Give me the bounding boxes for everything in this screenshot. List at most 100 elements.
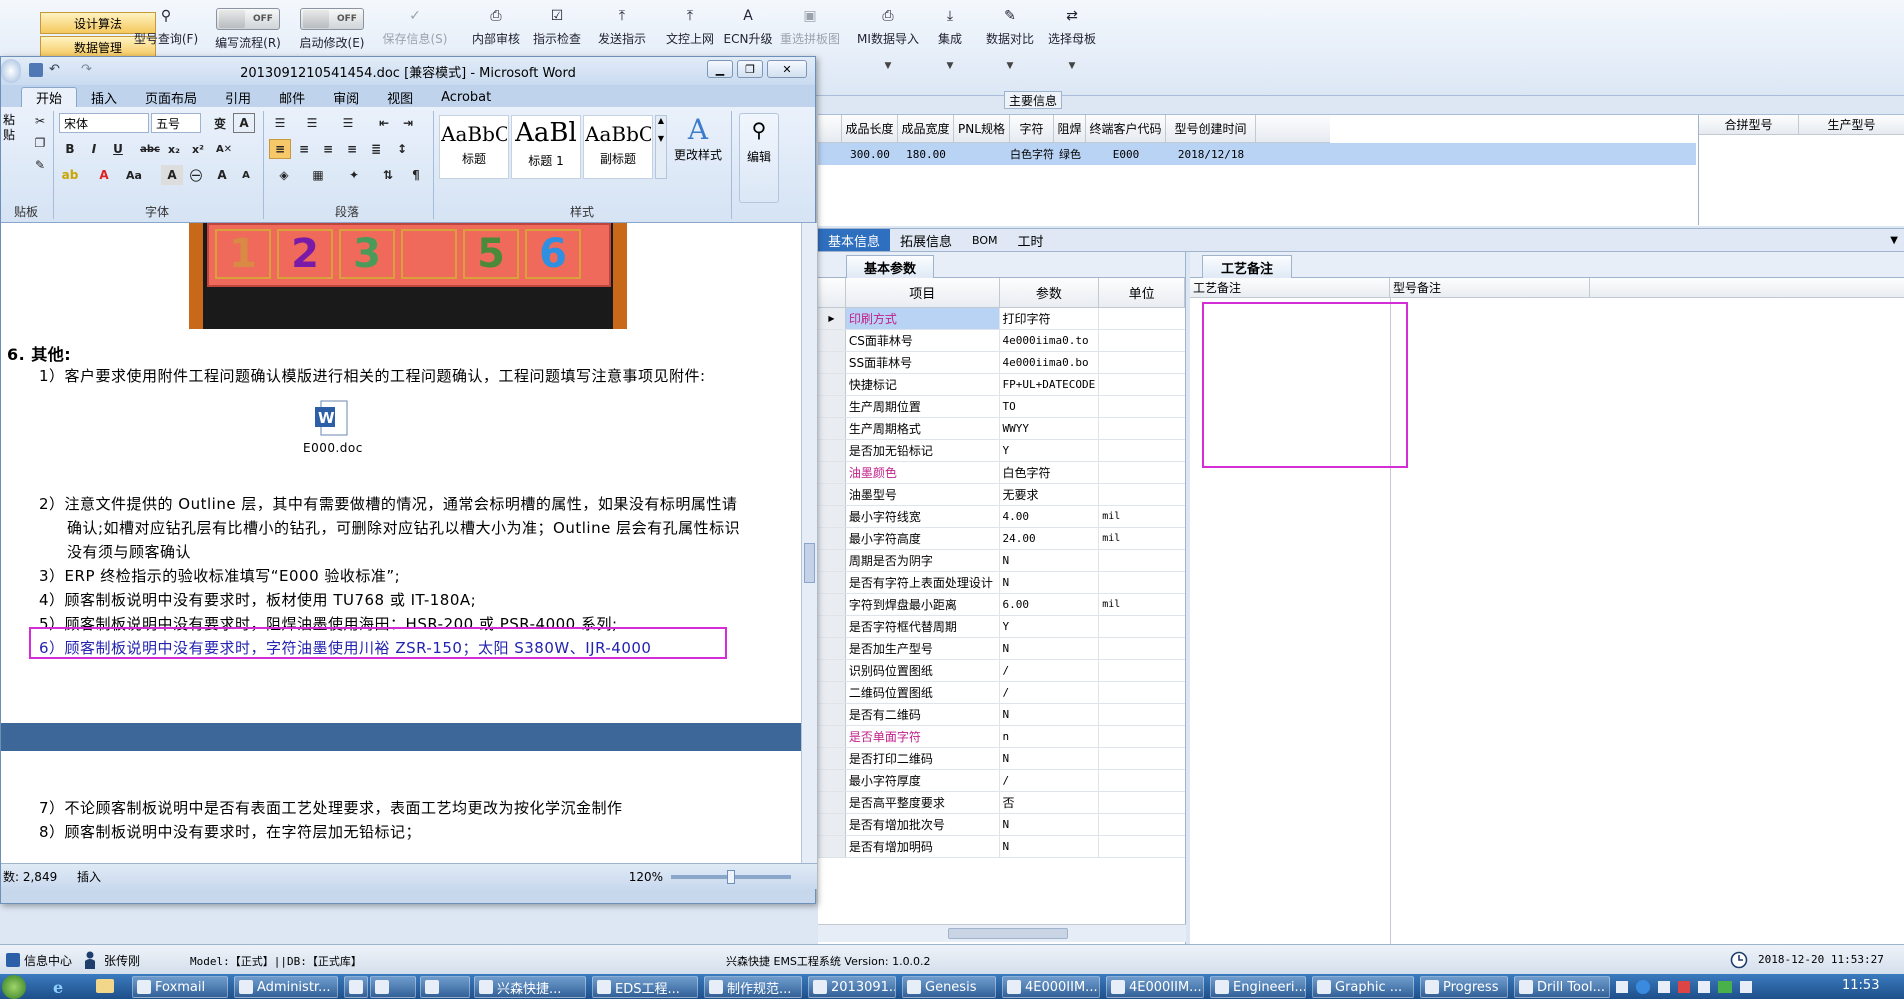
office-button[interactable]: [1, 59, 21, 83]
clear-format-icon[interactable]: A✕: [213, 139, 235, 159]
change-styles-button[interactable]: A 更改样式: [673, 113, 723, 163]
chinese-layout-icon[interactable]: ✦: [343, 165, 365, 185]
param-value[interactable]: /: [1000, 770, 1100, 791]
row-indicator[interactable]: [818, 440, 846, 461]
tray-icon[interactable]: [1616, 981, 1628, 993]
decrease-indent-icon[interactable]: ⇤: [373, 113, 395, 133]
word-doc-icon[interactable]: W: [313, 399, 353, 439]
volume-icon[interactable]: [1740, 981, 1752, 993]
param-value[interactable]: 打印字符: [1000, 308, 1100, 329]
param-row[interactable]: 是否加生产型号 N: [818, 638, 1185, 660]
ribbon-tab-6[interactable]: 视图: [373, 87, 427, 107]
param-row[interactable]: 字符到焊盘最小距离 6.00 mil: [818, 594, 1185, 616]
param-value[interactable]: N: [1000, 572, 1100, 593]
row-indicator[interactable]: [818, 660, 846, 681]
undo-icon[interactable]: ↶: [49, 62, 60, 77]
ribbon-tab-3[interactable]: 引用: [211, 87, 265, 107]
taskbar-task[interactable]: Drill Tool...: [1514, 976, 1610, 998]
row-indicator[interactable]: [818, 550, 846, 571]
row-indicator[interactable]: [818, 704, 846, 725]
param-value[interactable]: /: [1000, 660, 1100, 681]
param-value[interactable]: 无要求: [1000, 484, 1100, 505]
attachment-label[interactable]: E000.doc: [303, 441, 363, 455]
underline-button[interactable]: U: [107, 139, 129, 159]
enclose-char-icon[interactable]: ㊀: [185, 165, 207, 185]
shading-icon[interactable]: ◈: [273, 165, 295, 185]
param-row[interactable]: 是否高平整度要求否: [818, 792, 1185, 814]
param-value[interactable]: Y: [1000, 440, 1100, 461]
tray-icon[interactable]: [1678, 981, 1690, 993]
change-case-icon[interactable]: Aa: [123, 165, 145, 185]
tab-extended-info[interactable]: 拓展信息: [890, 229, 962, 251]
tab-bom[interactable]: BOM: [962, 229, 1008, 251]
line-spacing-icon[interactable]: ↕: [391, 139, 413, 159]
align-center-button[interactable]: ≡: [293, 139, 315, 159]
info-center-icon[interactable]: [6, 953, 20, 967]
param-value[interactable]: N: [1000, 704, 1100, 725]
row-indicator[interactable]: [818, 352, 846, 373]
taskbar-task[interactable]: [344, 976, 368, 998]
save-icon[interactable]: [29, 63, 43, 77]
row-indicator[interactable]: [818, 770, 846, 791]
tab-basic-info[interactable]: 基本信息: [818, 229, 891, 251]
start-button[interactable]: [2, 975, 26, 999]
font-size-select[interactable]: 五号: [151, 113, 201, 133]
param-row[interactable]: 最小字符线宽 4.00 mil: [818, 506, 1185, 528]
row-indicator[interactable]: [818, 396, 846, 417]
param-row[interactable]: 生产周期位置 TO: [818, 396, 1185, 418]
row-indicator[interactable]: [818, 836, 846, 857]
row-indicator[interactable]: [818, 594, 846, 615]
toggle-switch[interactable]: OFF: [216, 8, 280, 30]
col-header[interactable]: 合拼型号: [1699, 115, 1799, 134]
edit-button[interactable]: ⚲ 编辑: [739, 113, 779, 203]
taskbar-task[interactable]: Progress: [1420, 976, 1508, 998]
minimize-button[interactable]: ▁: [707, 60, 733, 78]
styles-scroll[interactable]: ▲ ▼: [655, 115, 667, 179]
param-row[interactable]: 是否字符框代替周期 Y: [818, 616, 1185, 638]
zoom-slider[interactable]: [671, 869, 791, 884]
horizontal-scrollbar[interactable]: [818, 924, 1186, 942]
col-header[interactable]: 字符: [1010, 115, 1054, 142]
ribbon-tab-4[interactable]: 邮件: [265, 87, 319, 107]
param-value[interactable]: N: [1000, 748, 1100, 769]
row-indicator[interactable]: [818, 462, 846, 483]
chevron-down-icon[interactable]: ▼: [947, 61, 954, 71]
col-header[interactable]: 阻焊: [1054, 115, 1086, 142]
char-border-icon[interactable]: A: [233, 113, 255, 133]
style-heading-1[interactable]: AaBl 标题 1: [511, 115, 581, 179]
param-row[interactable]: 是否有增加批次号 N: [818, 814, 1185, 836]
network-icon[interactable]: [1718, 981, 1732, 993]
taskbar-task[interactable]: [370, 976, 416, 998]
row-indicator[interactable]: [818, 638, 846, 659]
bold-button[interactable]: B: [59, 139, 81, 159]
shrink-font-icon[interactable]: A: [235, 165, 257, 185]
param-value[interactable]: N: [1000, 638, 1100, 659]
row-indicator[interactable]: [818, 484, 846, 505]
col-header[interactable]: 成品长度: [842, 115, 898, 142]
param-value[interactable]: /: [1000, 682, 1100, 703]
toggle-switch[interactable]: OFF: [300, 8, 364, 30]
param-value[interactable]: 4e000iima0.bo: [1000, 352, 1100, 373]
taskbar-task[interactable]: Foxmail: [132, 976, 228, 998]
taskbar-task[interactable]: 4E000IIM...: [1002, 976, 1100, 998]
param-row[interactable]: 识别码位置图纸 /: [818, 660, 1185, 682]
craft-note-area[interactable]: [1198, 278, 1200, 280]
col-header-model-note[interactable]: 型号备注: [1390, 278, 1590, 297]
zoom-level[interactable]: 120%: [629, 870, 663, 884]
chevron-down-icon[interactable]: ▼: [885, 61, 892, 71]
param-row[interactable]: CS面菲林号 4e000iima0.to: [818, 330, 1185, 352]
param-value[interactable]: Y: [1000, 616, 1100, 637]
taskbar-task[interactable]: 4E000IIM...: [1106, 976, 1204, 998]
param-value[interactable]: 6.00: [1000, 594, 1100, 615]
word-count[interactable]: 数: 2,849: [3, 868, 63, 885]
italic-button[interactable]: I: [83, 139, 105, 159]
param-row[interactable]: ▶ 印刷方式 打印字符: [818, 308, 1185, 330]
row-indicator[interactable]: [818, 418, 846, 439]
ribbon-tab-2[interactable]: 页面布局: [131, 87, 211, 107]
ribbon-tab-1[interactable]: 插入: [77, 87, 131, 107]
col-header-param[interactable]: 参数: [1000, 278, 1100, 307]
col-header[interactable]: 生产型号: [1799, 115, 1904, 134]
subscript-button[interactable]: x₂: [163, 139, 185, 159]
param-row[interactable]: 二维码位置图纸 /: [818, 682, 1185, 704]
style-title[interactable]: AaBbC 标题: [439, 115, 509, 179]
